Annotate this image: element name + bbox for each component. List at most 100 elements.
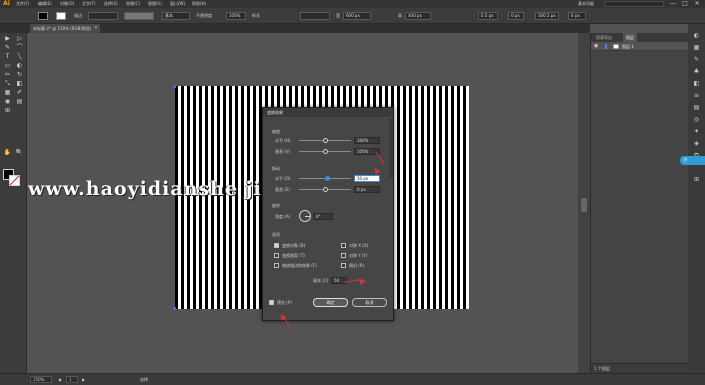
zoom-tool-icon[interactable]: 🔍 bbox=[14, 149, 25, 157]
shaper-tool-icon[interactable]: ◐ bbox=[14, 62, 25, 70]
menu-select[interactable]: 选择(S) bbox=[104, 0, 118, 8]
random-checkbox[interactable] bbox=[341, 263, 346, 268]
y-position-field[interactable]: 0 px bbox=[508, 12, 524, 20]
rectangle-tool-icon[interactable]: ▭ bbox=[2, 62, 13, 70]
close-window-button[interactable]: ✕ bbox=[691, 0, 703, 8]
slider-knob[interactable] bbox=[325, 176, 330, 181]
reflect-y-checkbox[interactable] bbox=[341, 253, 346, 258]
copies-field[interactable]: 50 bbox=[331, 277, 347, 284]
menu-file[interactable]: 文件(F) bbox=[16, 0, 29, 8]
dialog-scrollbar[interactable] bbox=[389, 118, 393, 178]
variable-width-profile[interactable] bbox=[124, 12, 154, 20]
vertical-scrollbar[interactable] bbox=[578, 33, 590, 373]
slider-knob[interactable] bbox=[323, 187, 328, 192]
appearance-panel-icon[interactable]: ✦ bbox=[692, 128, 701, 136]
layer-name[interactable]: 图层 1 bbox=[622, 42, 634, 51]
scale-horizontal-field[interactable]: 100% bbox=[354, 137, 380, 144]
rotate-tool-icon[interactable]: ↻ bbox=[14, 71, 25, 79]
swatches-panel-icon[interactable]: ▦ bbox=[692, 44, 701, 52]
artboard-number-field[interactable]: 1 bbox=[66, 376, 78, 383]
graphic-styles-panel-icon[interactable]: ◈ bbox=[692, 140, 701, 148]
scale-horizontal-slider[interactable] bbox=[299, 138, 351, 143]
zoom-field[interactable]: 150% bbox=[30, 376, 52, 383]
minimize-button[interactable]: — bbox=[667, 0, 679, 8]
menu-object[interactable]: 对象(O) bbox=[60, 0, 74, 8]
stroke-color-swatch[interactable] bbox=[56, 12, 66, 20]
x-position-field[interactable]: 0.5 px bbox=[478, 12, 498, 20]
menu-effect[interactable]: 效果(C) bbox=[126, 0, 140, 8]
type-tool-icon[interactable]: T bbox=[2, 53, 13, 61]
selection-tool-icon[interactable]: ▶ bbox=[2, 35, 13, 43]
angle-field[interactable]: 300.5 px bbox=[535, 12, 559, 20]
menu-help[interactable]: 帮助(H) bbox=[192, 0, 206, 8]
search-input[interactable] bbox=[604, 1, 664, 7]
move-vertical-slider[interactable] bbox=[299, 187, 351, 192]
scrollbar-thumb[interactable] bbox=[581, 198, 587, 212]
tab-asset-export[interactable]: 资源导出 bbox=[593, 33, 615, 42]
gradient-panel-icon[interactable]: ▤ bbox=[692, 104, 701, 112]
eyedropper-tool-icon[interactable]: ✐ bbox=[14, 89, 25, 97]
visibility-eye-icon[interactable]: ◉ bbox=[594, 42, 598, 51]
preview-checkbox[interactable] bbox=[269, 300, 274, 305]
symbols-panel-icon[interactable]: ♣ bbox=[692, 68, 701, 76]
width-field[interactable]: 600 px bbox=[343, 12, 371, 20]
move-horizontal-field[interactable]: 10 px bbox=[354, 175, 380, 182]
stroke-weight-field[interactable] bbox=[88, 12, 118, 20]
graph-tool-icon[interactable]: ▤ bbox=[14, 98, 25, 106]
slider-knob[interactable] bbox=[323, 149, 328, 154]
fill-color-swatch[interactable] bbox=[38, 12, 48, 20]
reflect-x-checkbox[interactable] bbox=[341, 243, 346, 248]
move-vertical-field[interactable]: 0 px bbox=[354, 186, 380, 193]
mesh-tool-icon[interactable]: ▦ bbox=[2, 89, 13, 97]
opacity-field[interactable]: 100% bbox=[226, 12, 246, 20]
transparency-panel-icon[interactable]: ◎ bbox=[692, 116, 701, 124]
menu-edit[interactable]: 编辑(E) bbox=[38, 0, 52, 8]
next-artboard-icon[interactable]: ▶ bbox=[82, 376, 85, 383]
anchor-point[interactable] bbox=[173, 85, 176, 88]
cancel-button[interactable]: 取消 bbox=[352, 298, 387, 307]
document-tab[interactable]: 未标题-2* @ 150% (RGB/预览) × bbox=[30, 24, 100, 33]
scissors-tool-icon[interactable]: ✂ bbox=[2, 71, 13, 79]
workspace-switcher[interactable]: 基本功能 bbox=[578, 1, 594, 7]
maximize-button[interactable]: □ bbox=[679, 0, 691, 8]
angle-dial-icon[interactable] bbox=[299, 210, 311, 222]
line-tool-icon[interactable]: ╲ bbox=[14, 53, 25, 61]
slider-knob[interactable] bbox=[323, 138, 328, 143]
direct-selection-tool-icon[interactable]: ▷ bbox=[14, 35, 25, 43]
scale-strokes-checkbox[interactable] bbox=[274, 263, 279, 268]
tab-layers[interactable]: 图层 bbox=[623, 33, 637, 42]
height-field[interactable]: 400 px bbox=[405, 12, 431, 20]
artboards-panel-icon[interactable]: ⊞ bbox=[692, 176, 701, 184]
curvature-tool-icon[interactable]: ⌒ bbox=[14, 44, 25, 52]
stroke-none-icon[interactable] bbox=[9, 175, 20, 186]
prev-artboard-icon[interactable]: ◀ bbox=[58, 376, 61, 383]
menu-window[interactable]: 窗口(W) bbox=[170, 0, 185, 8]
pen-tool-icon[interactable]: ✎ bbox=[2, 44, 13, 52]
scale-tool-icon[interactable]: ⤡ bbox=[2, 80, 13, 88]
close-icon[interactable]: × bbox=[94, 24, 98, 33]
dialog-title[interactable]: 变换效果 bbox=[263, 108, 393, 117]
anchor-point[interactable] bbox=[173, 307, 176, 310]
menu-view[interactable]: 视图(V) bbox=[148, 0, 162, 8]
blend-tool-icon[interactable]: ◉ bbox=[2, 98, 13, 106]
scale-vertical-slider[interactable] bbox=[299, 149, 351, 154]
menu-type[interactable]: 文字(T) bbox=[82, 0, 96, 8]
transform-objects-checkbox[interactable] bbox=[274, 243, 279, 248]
move-horizontal-slider[interactable] bbox=[299, 176, 351, 181]
color-panel-icon[interactable]: ◐ bbox=[692, 32, 701, 40]
hand-tool-icon[interactable]: ✋ bbox=[2, 149, 13, 157]
brush-definition[interactable]: 基本 bbox=[162, 12, 190, 20]
free-transform-tool-icon[interactable]: ◧ bbox=[14, 80, 25, 88]
layer-row[interactable]: ◉ 图层 1 bbox=[591, 42, 689, 51]
x-field[interactable] bbox=[300, 12, 330, 20]
artboard-tool-icon[interactable]: ⊞ bbox=[2, 107, 13, 115]
angle-field[interactable]: 0° bbox=[313, 213, 333, 220]
brushes-panel-icon[interactable]: ✎ bbox=[692, 56, 701, 64]
stroke-panel-icon[interactable]: ≡ bbox=[692, 92, 701, 100]
extra-field[interactable]: 0 px bbox=[568, 12, 586, 20]
properties-panel-icon[interactable]: ◧ bbox=[692, 80, 701, 88]
ok-button[interactable]: 确定 bbox=[313, 298, 348, 307]
copies-label: 副本 (C) bbox=[313, 278, 329, 283]
floating-badge[interactable]: ◷ bbox=[680, 156, 705, 165]
transform-patterns-checkbox[interactable] bbox=[274, 253, 279, 258]
